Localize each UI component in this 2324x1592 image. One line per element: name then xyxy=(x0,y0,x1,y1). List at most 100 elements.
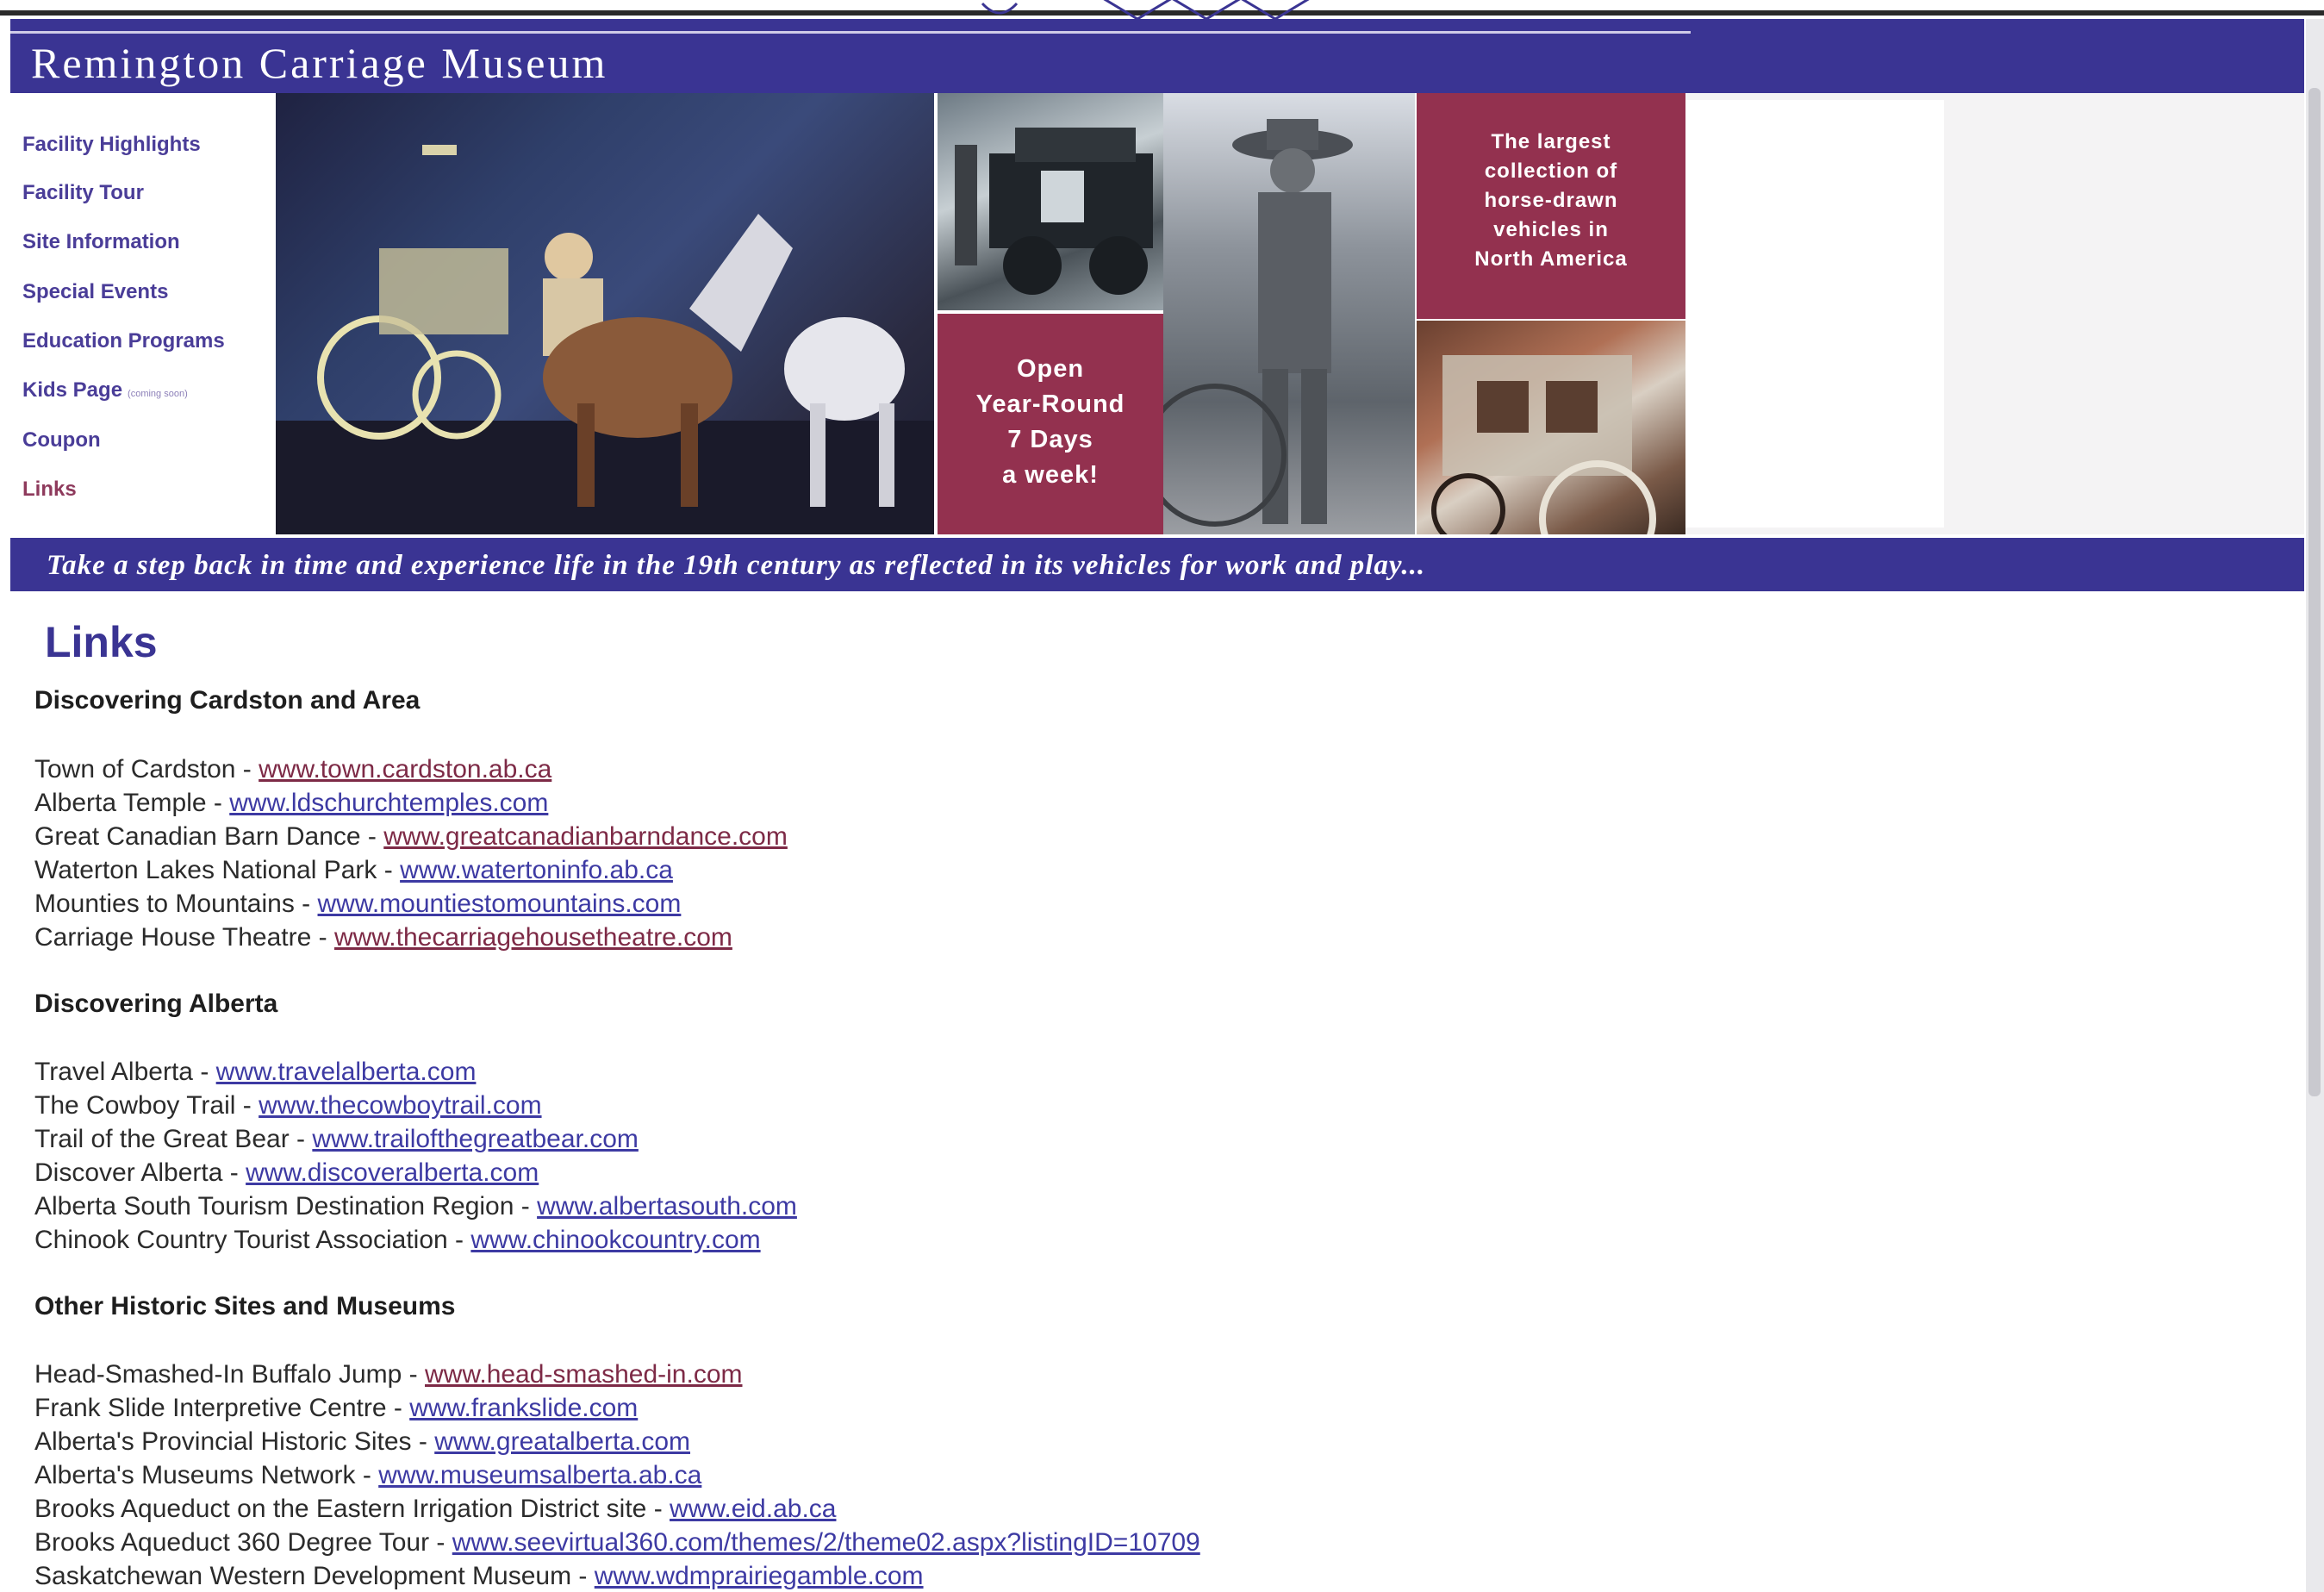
link-url[interactable]: www.greatcanadianbarndance.com xyxy=(383,822,788,851)
nav-item-kids-page-label: Kids Page xyxy=(22,378,123,402)
nav-item-links[interactable]: Links xyxy=(22,478,77,502)
open-line-3: 7 Days xyxy=(1007,426,1093,453)
link-label: Discover Alberta xyxy=(34,1158,223,1187)
link-url[interactable]: www.wdmprairiegamble.com xyxy=(595,1562,924,1590)
link-label: Alberta's Provincial Historic Sites xyxy=(34,1427,412,1456)
statue-with-bicycle-icon xyxy=(1163,119,1353,527)
link-row: Frank Slide Interpretive Centre - www.fr… xyxy=(34,1394,639,1422)
link-row: Chinook Country Tourist Association - ww… xyxy=(34,1226,761,1254)
stagecoach-photo xyxy=(1417,321,1685,534)
link-label: Saskatchewan Western Development Museum xyxy=(34,1562,572,1590)
link-url[interactable]: www.trailofthegreatbear.com xyxy=(312,1125,639,1153)
link-row: Great Canadian Barn Dance - www.greatcan… xyxy=(34,822,788,851)
link-row: Mounties to Mountains - www.mountiestomo… xyxy=(34,890,682,918)
link-label: Brooks Aqueduct on the Eastern Irrigatio… xyxy=(34,1495,647,1523)
link-label: Travel Alberta xyxy=(34,1058,193,1086)
banner-right-area xyxy=(1685,93,2304,534)
link-label: Brooks Aqueduct 360 Degree Tour xyxy=(34,1528,430,1557)
carriage-illustration-icon xyxy=(276,145,934,534)
vintage-car-photo xyxy=(938,93,1163,310)
nav-item-kids-page[interactable]: Kids Page (coming soon) xyxy=(22,378,188,403)
section-heading-cardston: Discovering Cardston and Area xyxy=(34,686,421,715)
link-row: Saskatchewan Western Development Museum … xyxy=(34,1562,924,1590)
largest-line-2: collection of xyxy=(1484,159,1618,183)
scrollbar-thumb[interactable] xyxy=(2308,88,2321,1096)
link-row: Town of Cardston - www.town.cardston.ab.… xyxy=(34,755,552,784)
nav-item-coupon[interactable]: Coupon xyxy=(22,428,101,453)
nav-item-education-programs[interactable]: Education Programs xyxy=(22,329,225,353)
site-title[interactable]: Remington Carriage Museum xyxy=(31,38,607,88)
link-label: Chinook Country Tourist Association xyxy=(34,1226,448,1254)
vintage-car-icon xyxy=(955,128,1153,295)
link-url[interactable]: www.eid.ab.ca xyxy=(670,1495,836,1523)
link-row: Alberta Temple - www.ldschurchtemples.co… xyxy=(34,789,549,817)
link-row: Travel Alberta - www.travelalberta.com xyxy=(34,1058,477,1086)
section-heading-alberta: Discovering Alberta xyxy=(34,990,278,1018)
link-label: Alberta's Museums Network xyxy=(34,1461,356,1489)
largest-line-1: The largest xyxy=(1491,130,1611,153)
coming-soon-note: (coming soon) xyxy=(128,389,188,399)
nav-item-facility-highlights[interactable]: Facility Highlights xyxy=(22,133,201,157)
link-url[interactable]: www.head-smashed-in.com xyxy=(425,1360,742,1389)
link-url[interactable]: www.frankslide.com xyxy=(409,1394,638,1422)
header-bar: Remington Carriage Museum xyxy=(10,19,2304,93)
open-line-4: a week! xyxy=(1002,461,1099,489)
link-url[interactable]: www.museumsalberta.ab.ca xyxy=(378,1461,701,1489)
link-label: Alberta South Tourism Destination Region xyxy=(34,1192,514,1221)
link-label: Frank Slide Interpretive Centre xyxy=(34,1394,387,1422)
link-url[interactable]: www.thecowboytrail.com xyxy=(259,1091,541,1120)
largest-line-3: horse-drawn xyxy=(1484,189,1618,212)
top-edge xyxy=(0,0,2324,21)
largest-collection-tile: The largest collection of horse-drawn ve… xyxy=(1417,93,1685,319)
link-row: Brooks Aqueduct on the Eastern Irrigatio… xyxy=(34,1495,837,1523)
link-row: Carriage House Theatre - www.thecarriage… xyxy=(34,923,732,952)
nav-item-site-information[interactable]: Site Information xyxy=(22,230,180,254)
nav-item-special-events[interactable]: Special Events xyxy=(22,280,168,304)
header-rule xyxy=(10,31,1691,34)
link-label: Trail of the Great Bear xyxy=(34,1125,290,1153)
section-heading-historic-sites: Other Historic Sites and Museums xyxy=(34,1292,456,1320)
open-line-2: Year-Round xyxy=(975,390,1125,418)
link-row: Discover Alberta - www.discoveralberta.c… xyxy=(34,1158,539,1187)
link-row: Alberta's Provincial Historic Sites - ww… xyxy=(34,1427,691,1456)
link-row: Alberta South Tourism Destination Region… xyxy=(34,1192,797,1221)
link-label: Alberta Temple xyxy=(34,789,207,817)
link-label: Waterton Lakes National Park xyxy=(34,856,377,884)
nav-item-facility-tour[interactable]: Facility Tour xyxy=(22,181,144,205)
sidebar-nav: Facility Highlights Facility Tour Site I… xyxy=(10,93,276,534)
page-title: Links xyxy=(45,618,158,666)
link-url[interactable]: www.thecarriagehousetheatre.com xyxy=(334,923,732,952)
link-url[interactable]: www.travelalberta.com xyxy=(216,1058,477,1086)
link-row: Waterton Lakes National Park - www.water… xyxy=(34,856,673,884)
link-row: The Cowboy Trail - www.thecowboytrail.co… xyxy=(34,1091,542,1120)
link-url[interactable]: www.albertasouth.com xyxy=(537,1192,797,1221)
link-row: Trail of the Great Bear - www.trailofthe… xyxy=(34,1125,639,1153)
statue-photo xyxy=(1163,93,1415,534)
open-line-1: Open xyxy=(1016,355,1085,383)
largest-line-4: vehicles in xyxy=(1493,218,1609,241)
link-url[interactable]: www.watertoninfo.ab.ca xyxy=(400,856,673,884)
link-label: Mounties to Mountains xyxy=(34,890,295,918)
link-url[interactable]: www.ldschurchtemples.com xyxy=(229,789,548,817)
carriage-photo xyxy=(276,93,934,534)
link-url[interactable]: www.town.cardston.ab.ca xyxy=(259,755,551,784)
link-row: Head-Smashed-In Buffalo Jump - www.head-… xyxy=(34,1360,743,1389)
link-label: The Cowboy Trail xyxy=(34,1091,236,1120)
link-url[interactable]: www.seevirtual360.com/themes/2/theme02.a… xyxy=(452,1528,1200,1557)
link-row: Alberta's Museums Network - www.museumsa… xyxy=(34,1461,702,1489)
open-year-round-tile: Open Year-Round 7 Days a week! xyxy=(938,314,1163,534)
tagline: Take a step back in time and experience … xyxy=(47,550,1426,581)
link-url[interactable]: www.greatalberta.com xyxy=(434,1427,690,1456)
link-label: Carriage House Theatre xyxy=(34,923,312,952)
link-url[interactable]: www.discoveralberta.com xyxy=(246,1158,539,1187)
stagecoach-icon xyxy=(1431,355,1656,534)
link-label: Great Canadian Barn Dance xyxy=(34,822,361,851)
link-row: Brooks Aqueduct 360 Degree Tour - www.se… xyxy=(34,1528,1200,1557)
link-label: Town of Cardston xyxy=(34,755,236,784)
largest-line-5: North America xyxy=(1474,247,1628,271)
link-url[interactable]: www.mountiestomountains.com xyxy=(318,890,682,918)
link-url[interactable]: www.chinookcountry.com xyxy=(470,1226,760,1254)
tagline-bar: Take a step back in time and experience … xyxy=(10,538,2304,591)
banner-right-blank xyxy=(1685,100,1944,528)
vertical-scrollbar[interactable] xyxy=(2306,19,2324,1592)
